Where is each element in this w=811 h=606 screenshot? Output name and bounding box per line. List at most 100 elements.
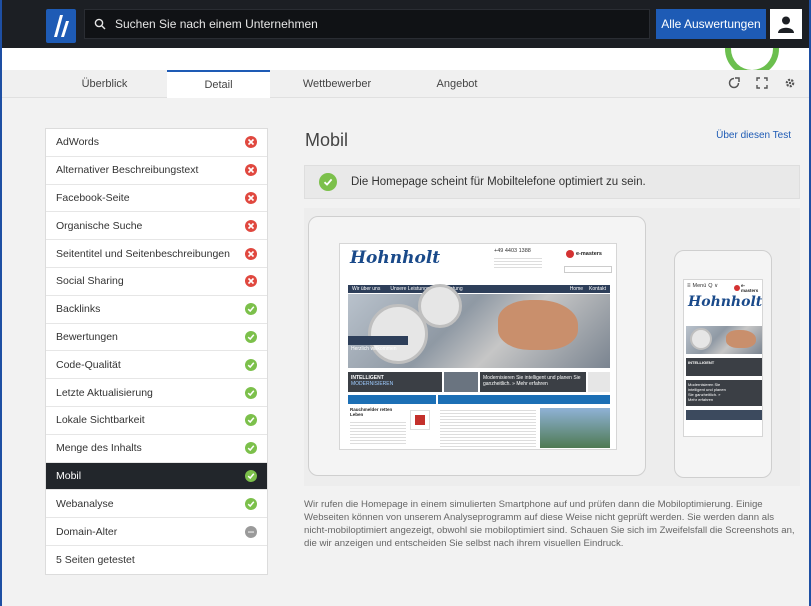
pass-check-icon <box>245 442 257 455</box>
mobile-tile-intelligent: INTELLIGENT <box>686 358 762 376</box>
result-message-box: Die Homepage scheint für Mobiltelefone o… <box>304 165 800 199</box>
site-section-right: Als Elektro-Profi garantieren wir Ihnen … <box>438 395 610 411</box>
page-title: Mobil <box>305 130 349 150</box>
partner-name: e-masters <box>576 251 602 257</box>
tab-overview[interactable]: Überblick <box>42 70 167 98</box>
sidebar-item-label: Webanalyse <box>56 497 114 510</box>
sidebar-item-label: Menge des Inhalts <box>56 442 142 455</box>
site-nav-item: Kontakt <box>589 286 606 292</box>
site-nav-item: Wir über uns <box>352 286 381 292</box>
fullscreen-icon[interactable] <box>755 76 769 90</box>
sidebar-item-label: Social Sharing <box>56 275 124 288</box>
site-text-block-2 <box>440 408 536 448</box>
sidebar-item-label: Alternativer Beschreibungstext <box>56 164 199 177</box>
sidebar-item-lokale-sichtbarkeit[interactable]: Lokale Sichtbarkeit <box>46 407 267 435</box>
tab-competitors[interactable]: Wettbewerber <box>282 70 392 98</box>
site-tile-text: Modernisieren Sie intelligent und planen… <box>480 372 586 392</box>
sidebar-item-facebook-seite[interactable]: Facebook-Seite <box>46 185 267 213</box>
sidebar-item-bewertungen[interactable]: Bewertungen <box>46 324 267 352</box>
success-check-icon <box>319 173 337 191</box>
mobile-hero <box>686 326 762 354</box>
address-block <box>494 256 542 270</box>
company-search-bar[interactable] <box>84 9 650 39</box>
sidebar-item-mobil[interactable]: Mobil <box>46 462 267 491</box>
user-account-button[interactable] <box>770 9 802 39</box>
site-text-block <box>350 420 406 446</box>
site-phone: +49 4403 1388 <box>494 248 531 254</box>
pass-check-icon <box>245 330 257 343</box>
site-search <box>564 266 612 273</box>
site-tile-intelligent: INTELLIGENT MODERNISIEREN <box>348 372 442 392</box>
screenshots-panel: Hohnholt +49 4403 1388 e-masters Wir übe… <box>304 208 800 486</box>
app-logo-icon[interactable] <box>46 9 76 43</box>
tab-offer[interactable]: Angebot <box>402 70 512 98</box>
fail-x-icon <box>245 136 257 149</box>
mobile-tile-text: Modernisieren Sie intelligent und planen… <box>686 380 762 406</box>
top-bar: Alle Auswertungen <box>2 0 809 48</box>
sidebar-item-label: Seitentitel und Seitenbeschreibungen <box>56 247 230 260</box>
sidebar-item-alternativer-beschreibungstext[interactable]: Alternativer Beschreibungstext <box>46 157 267 185</box>
score-gauge <box>725 48 779 70</box>
partner-logo: e-masters <box>566 250 602 258</box>
site-tile-icon <box>588 372 610 392</box>
sidebar-item-label: Letzte Aktualisierung <box>56 386 153 399</box>
sidebar-item-label: Backlinks <box>56 303 101 316</box>
site-welcome: Herzlich willkommen <box>351 346 397 352</box>
sidebar-item-label: Bewertungen <box>56 330 118 343</box>
result-message: Die Homepage scheint für Mobiltelefone o… <box>351 176 646 188</box>
mobile-site-logo: Hohnholt <box>688 294 763 310</box>
pass-check-icon <box>245 386 257 399</box>
sidebar-item-letzte-aktualisierung[interactable]: Letzte Aktualisierung <box>46 379 267 407</box>
pass-check-icon <box>245 303 257 316</box>
score-band <box>2 48 809 70</box>
test-description: Wir rufen die Homepage in einem simulier… <box>304 499 795 549</box>
settings-gear-icon[interactable] <box>783 76 797 90</box>
search-icon <box>85 18 115 30</box>
sidebar-item-backlinks[interactable]: Backlinks <box>46 296 267 324</box>
sidebar-item-label: Domain-Alter <box>56 525 118 538</box>
neutral-dots-icon <box>245 525 257 538</box>
mobile-screenshot: ≡ Menü Q ∨ e-masters Hohnholt INTELLIGEN… <box>683 279 763 437</box>
fail-x-icon <box>245 219 257 232</box>
sidebar-item-social-sharing[interactable]: Social Sharing <box>46 268 267 296</box>
pass-check-icon <box>245 358 257 371</box>
site-nav: Wir über uns Unsere Leistungen Beratung … <box>348 285 610 293</box>
sidebar-item-menge-des-inhalts[interactable]: Menge des Inhalts <box>46 435 267 463</box>
sidebar-item-webanalyse[interactable]: Webanalyse <box>46 490 267 519</box>
e-masters-icon <box>566 250 574 258</box>
desktop-screenshot: Hohnholt +49 4403 1388 e-masters Wir übe… <box>339 243 617 450</box>
desktop-device-frame: Hohnholt +49 4403 1388 e-masters Wir übe… <box>308 216 646 476</box>
search-input[interactable] <box>115 17 635 31</box>
sidebar-item-label: Code-Qualität <box>56 358 121 371</box>
share-icon[interactable] <box>727 76 741 90</box>
sidebar-item-seitentitel-und-seitenbeschreibungen[interactable]: Seitentitel und Seitenbeschreibungen <box>46 240 267 268</box>
sidebar-item-domain-alter[interactable]: Domain-Alter <box>46 518 267 546</box>
site-rauchmelder: Rauchmelder retten Leben <box>350 407 393 417</box>
user-icon <box>778 16 794 33</box>
site-section-left: Für Ihre Sicherheit <box>348 395 436 411</box>
site-logo: Hohnholt <box>350 248 441 268</box>
mobile-menu: ≡ Menü Q ∨ <box>687 283 719 289</box>
sidebar-item-label: AdWords <box>56 136 99 149</box>
fail-x-icon <box>245 275 257 288</box>
about-test-link[interactable]: Über diesen Test <box>716 130 791 141</box>
sidebar-item-label: Mobil <box>56 469 82 482</box>
fail-x-icon <box>245 164 257 177</box>
mobile-section: Für Ihre Sicherheit <box>686 410 762 426</box>
pass-check-icon <box>245 414 257 427</box>
site-tile-image <box>444 372 478 392</box>
fail-x-icon <box>245 247 257 260</box>
sidebar-item-code-qualitat[interactable]: Code-Qualität <box>46 351 267 380</box>
pass-check-icon <box>245 469 257 482</box>
sidebar-item-label: Facebook-Seite <box>56 191 130 204</box>
sidebar-item-5-seiten-getestet[interactable]: 5 Seiten getestet <box>46 546 267 574</box>
tab-detail[interactable]: Detail <box>167 70 270 98</box>
sidebar-item-label: Lokale Sichtbarkeit <box>56 414 145 427</box>
tab-bar: Überblick Detail Wettbewerber Angebot <box>2 70 809 98</box>
site-nav-item: Home <box>569 286 584 292</box>
sidebar-item-adwords[interactable]: AdWords <box>46 129 267 157</box>
test-list-sidebar: AdWords Alternativer Beschreibungstext Fac… <box>45 128 268 575</box>
site-detector-image <box>410 410 430 430</box>
sidebar-item-organische-suche[interactable]: Organische Suche <box>46 212 267 241</box>
all-reports-button[interactable]: Alle Auswertungen <box>656 9 766 39</box>
